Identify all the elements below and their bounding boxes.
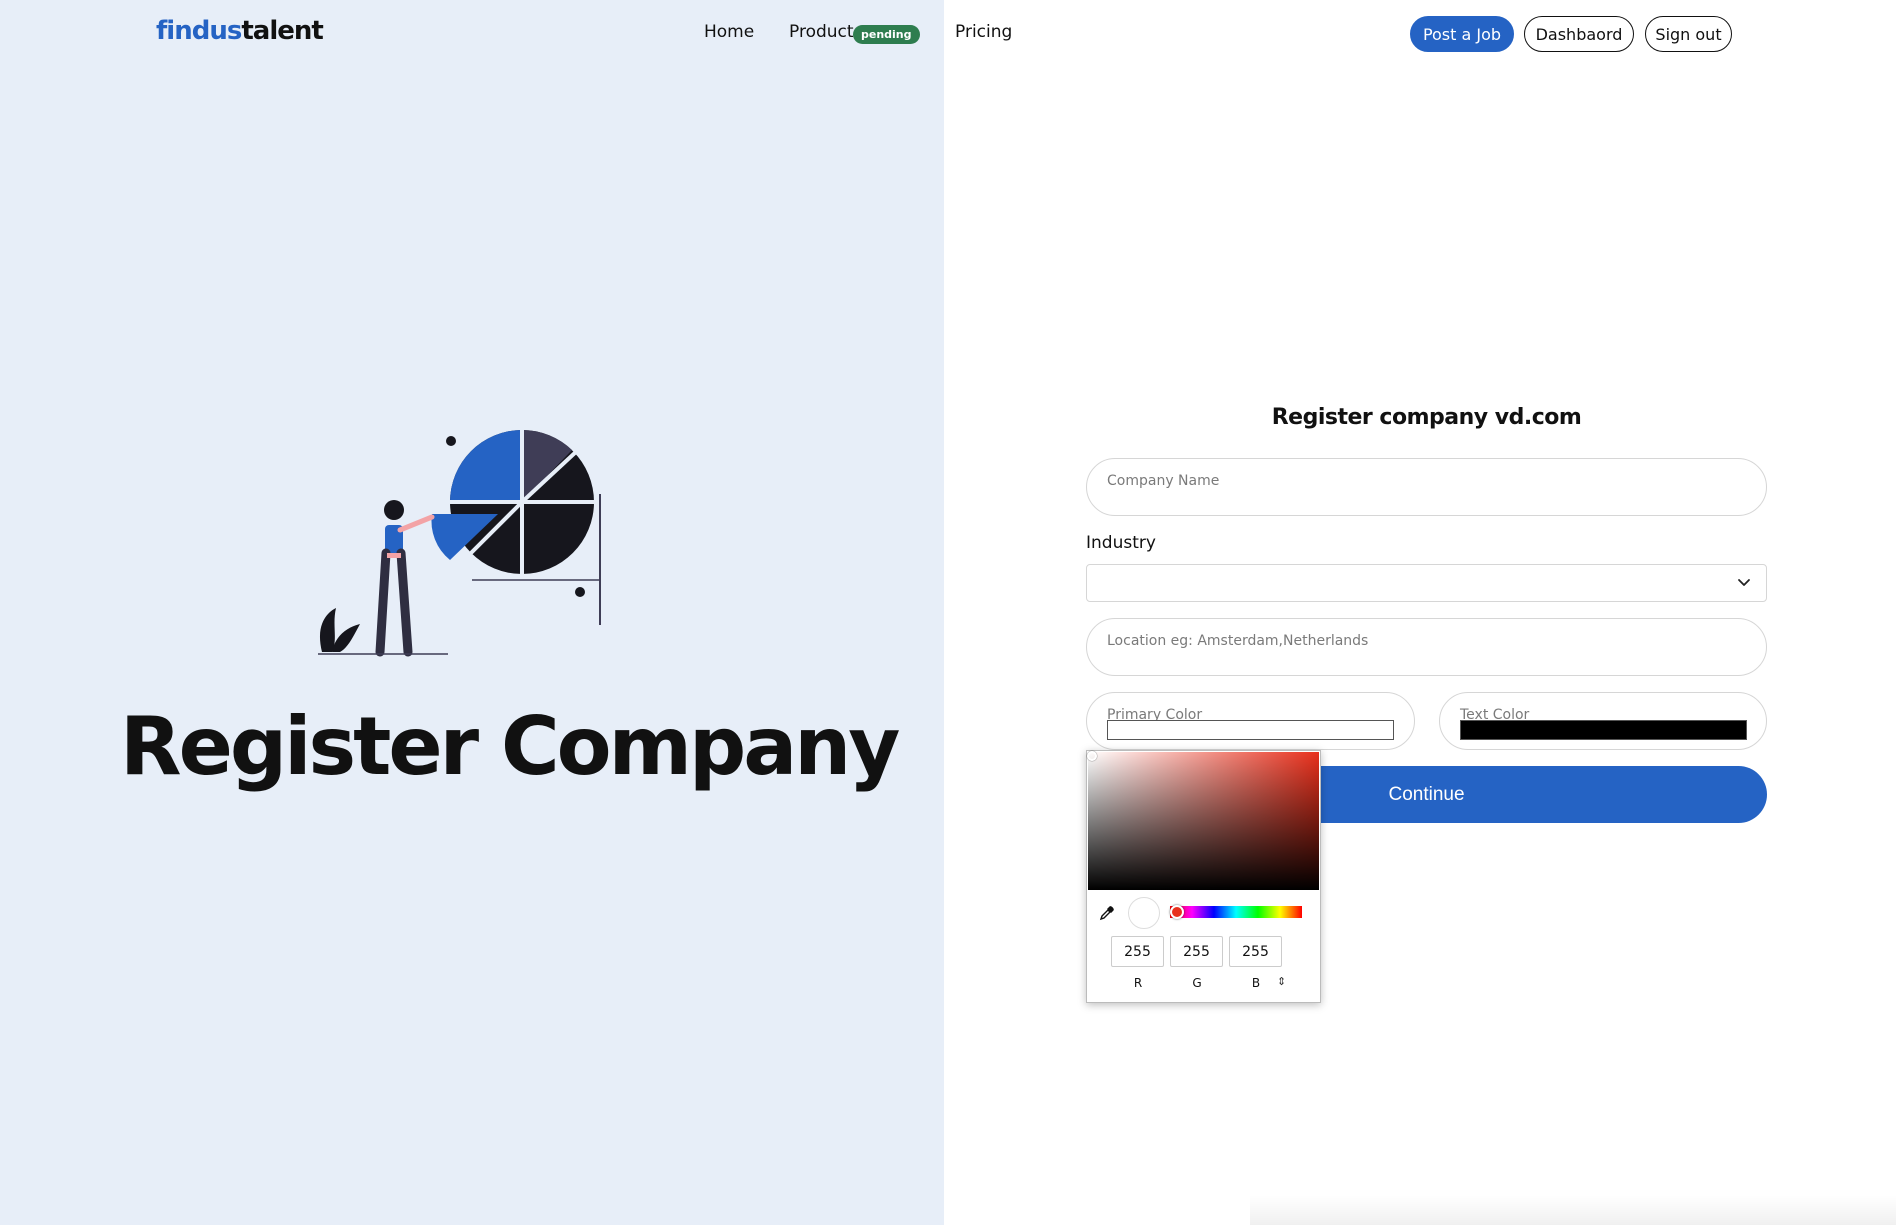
industry-label: Industry — [1086, 533, 1156, 553]
plant-leaf-1 — [319, 608, 336, 652]
register-company-illustration — [318, 428, 601, 657]
plant-leaf-2 — [332, 624, 360, 652]
color-picker-popover: R G B ⇕ — [1086, 750, 1321, 1003]
company-name-field[interactable]: Company Name — [1086, 458, 1767, 516]
eyedropper-icon[interactable] — [1099, 905, 1115, 921]
sign-out-button[interactable]: Sign out — [1645, 16, 1732, 52]
blue-label: B — [1251, 976, 1261, 990]
logo-part-findus: findus — [156, 16, 242, 46]
person-head — [384, 500, 404, 520]
text-color-swatch[interactable] — [1460, 720, 1747, 740]
nav-home-link[interactable]: Home — [704, 22, 754, 42]
saturation-handle[interactable] — [1087, 751, 1097, 761]
page-bottom-shadow — [1250, 1195, 1896, 1225]
primary-color-swatch[interactable] — [1107, 720, 1394, 740]
blue-input[interactable] — [1229, 936, 1282, 967]
pie-blue-slice — [450, 430, 522, 502]
dot-top — [446, 436, 456, 446]
product-pending-badge: pending — [853, 25, 920, 44]
green-label: G — [1192, 976, 1202, 990]
brand-logo[interactable]: findustalent — [156, 16, 324, 46]
text-color-field[interactable]: Text Color — [1439, 692, 1767, 750]
dashboard-button[interactable]: Dashbaord — [1524, 16, 1634, 52]
chevron-down-icon — [1738, 579, 1750, 586]
form-panel — [944, 0, 1896, 1225]
primary-color-field[interactable]: Primary Color — [1086, 692, 1415, 750]
red-label: R — [1133, 976, 1143, 990]
person-arm — [397, 514, 435, 533]
company-name-placeholder: Company Name — [1107, 473, 1220, 489]
post-job-button[interactable]: Post a Job — [1410, 16, 1514, 52]
industry-select[interactable] — [1086, 564, 1767, 602]
nav-pricing-link[interactable]: Pricing — [955, 22, 1012, 42]
person-legs — [375, 548, 413, 657]
hue-slider[interactable] — [1170, 906, 1302, 918]
dot-right — [575, 587, 585, 597]
form-title: Register company vd.com — [1271, 405, 1582, 430]
color-preview — [1128, 897, 1160, 929]
location-field[interactable]: Location eg: Amsterdam,Netherlands — [1086, 618, 1767, 676]
location-placeholder: Location eg: Amsterdam,Netherlands — [1107, 633, 1369, 649]
green-input[interactable] — [1170, 936, 1223, 967]
color-mode-toggle[interactable]: ⇕ — [1277, 975, 1286, 988]
hue-handle[interactable] — [1170, 905, 1184, 919]
hero-title: Register Company — [120, 700, 900, 793]
person-waist — [387, 553, 401, 558]
nav-product-link[interactable]: Product — [789, 22, 854, 42]
saturation-value-area[interactable] — [1087, 751, 1319, 890]
red-input[interactable] — [1111, 936, 1164, 967]
logo-part-talent: talent — [241, 16, 323, 46]
